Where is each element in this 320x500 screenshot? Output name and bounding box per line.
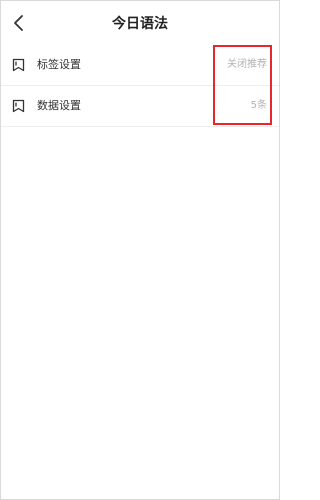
settings-row-tags[interactable]: 标签设置 关闭推荐 xyxy=(1,45,279,86)
page-title: 今日语法 xyxy=(112,16,168,32)
settings-list: 标签设置 关闭推荐 数据设置 5条 xyxy=(1,45,279,127)
settings-row-label: 标签设置 xyxy=(37,58,81,71)
settings-row-label: 数据设置 xyxy=(37,99,81,112)
nav-bar: 今日语法 xyxy=(1,1,279,45)
settings-row-data[interactable]: 数据设置 5条 xyxy=(1,86,279,127)
bookmark-icon xyxy=(12,99,25,113)
settings-row-value: 关闭推荐 xyxy=(227,59,267,70)
settings-row-value: 5条 xyxy=(250,100,267,111)
bookmark-icon xyxy=(12,58,25,72)
app-screen: 今日语法 标签设置 关闭推荐 数据设置 5条 xyxy=(0,0,280,500)
